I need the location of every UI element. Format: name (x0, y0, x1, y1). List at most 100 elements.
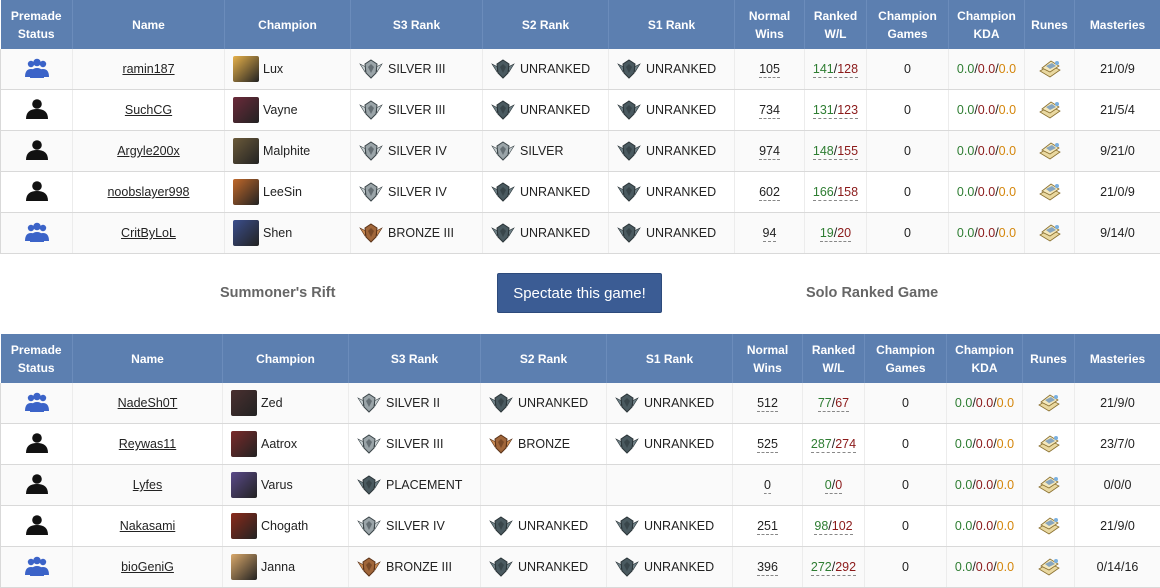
summoner-name-link[interactable]: Reywas11 (119, 437, 176, 451)
premade-status-cell (0, 546, 73, 588)
summoner-name-link[interactable]: Nakasami (120, 519, 176, 533)
summoner-name-cell: ramin187 (72, 49, 225, 90)
ranked-wl[interactable]: 272/292 (810, 560, 857, 576)
ranked-wl-cell: 19/20 (804, 212, 867, 254)
unranked-emblem-icon (617, 141, 641, 161)
summoner-name-link[interactable]: Argyle200x (117, 144, 180, 158)
normal-wins[interactable]: 512 (757, 396, 778, 412)
runes-cell (1024, 130, 1075, 172)
champion-portrait-icon (233, 97, 259, 123)
normal-wins[interactable]: 602 (759, 185, 780, 201)
rune-book-icon[interactable] (1036, 391, 1062, 413)
ranked-wl[interactable]: 131/123 (812, 103, 859, 119)
ranked-wl[interactable]: 141/128 (812, 62, 859, 78)
spectate-button[interactable]: Spectate this game! (497, 273, 662, 313)
summoner-name-link[interactable]: SuchCG (125, 103, 172, 117)
premade-status-cell (0, 423, 73, 465)
kda-assists: 0.0 (998, 62, 1017, 76)
champion-name: Malphite (263, 144, 311, 158)
kda-deaths: 0.0 (977, 62, 996, 76)
rank-label: UNRANKED (646, 62, 717, 76)
solo-player-icon (25, 139, 48, 160)
rune-book-icon[interactable] (1037, 98, 1063, 120)
summoner-name-cell: Lyfes (72, 464, 223, 506)
ranked-wl[interactable]: 0/0 (824, 478, 843, 494)
rank-label: UNRANKED (646, 185, 717, 199)
ranked-losses: 67 (835, 396, 850, 410)
champion-games: 0 (902, 560, 909, 574)
kda-kills: 0.0 (956, 144, 975, 158)
champion-portrait-icon (231, 513, 257, 539)
masteries: 21/9/0 (1100, 519, 1135, 533)
normal-wins[interactable]: 251 (757, 519, 778, 535)
ranked-wl[interactable]: 19/20 (819, 226, 852, 242)
ranked-wl[interactable]: 166/158 (812, 185, 859, 201)
rank-label: UNRANKED (644, 437, 715, 451)
normal-wins[interactable]: 396 (757, 560, 778, 576)
champion-portrait-icon (233, 179, 259, 205)
champion-kda-cell: 0.0/0.0/0.0 (948, 89, 1025, 131)
rune-book-icon[interactable] (1037, 139, 1063, 161)
rune-book-icon[interactable] (1037, 57, 1063, 79)
kda-assists: 0.0 (996, 396, 1015, 410)
s1-rank-cell: UNRANKED (608, 130, 735, 172)
table-row: Argyle200x Malphite SILVER IV SILVER UNRANKE… (0, 130, 1160, 172)
normal-wins[interactable]: 974 (759, 144, 780, 160)
ranked-wl[interactable]: 77/67 (817, 396, 850, 412)
normal-wins-cell: 94 (734, 212, 805, 254)
col-normal-wins: Normal Wins (734, 0, 805, 49)
rune-book-icon[interactable] (1036, 514, 1062, 536)
summoner-name-link[interactable]: NadeSh0T (118, 396, 178, 410)
s3-rank-cell: BRONZE III (350, 212, 483, 254)
kda-kills: 0.0 (956, 62, 975, 76)
summoner-name-link[interactable]: Lyfes (133, 478, 162, 492)
ranked-wins: 77 (817, 396, 832, 410)
col-masteries: Masteries (1074, 0, 1160, 49)
rank-label: UNRANKED (520, 103, 591, 117)
champion-games-cell: 0 (864, 546, 947, 588)
premade-group-icon (24, 392, 49, 412)
kda-kills: 0.0 (956, 226, 975, 240)
ranked-losses: 292 (835, 560, 857, 574)
normal-wins[interactable]: 734 (759, 103, 780, 119)
rune-book-icon[interactable] (1037, 221, 1063, 243)
runes-cell (1022, 464, 1075, 506)
ranked-wl[interactable]: 98/102 (814, 519, 853, 535)
summoner-name-link[interactable]: ramin187 (122, 62, 174, 76)
rank-label: UNRANKED (520, 185, 591, 199)
summoner-name-link[interactable]: noobslayer998 (107, 185, 189, 199)
rune-book-icon[interactable] (1036, 555, 1062, 577)
runes-cell (1022, 423, 1075, 465)
rune-book-icon[interactable] (1036, 432, 1062, 454)
premade-group-icon (24, 58, 49, 78)
champion-games-cell: 0 (866, 130, 949, 172)
team-purple-table: Premade Status Name Champion S3 Rank S2 … (0, 334, 1160, 588)
col-s1-rank: S1 Rank (608, 0, 735, 49)
champion-games-cell: 0 (864, 383, 947, 424)
normal-wins[interactable]: 94 (762, 226, 777, 242)
summoner-name-link[interactable]: CritByLoL (121, 226, 176, 240)
table-row: noobslayer998 LeeSin SILVER IV UNRANKED UNRA… (0, 171, 1160, 213)
champion-games: 0 (902, 519, 909, 533)
unranked-emblem-icon (615, 557, 639, 577)
ranked-losses: 274 (835, 437, 857, 451)
rank-label: PLACEMENT (386, 478, 463, 492)
rank-label: UNRANKED (518, 396, 589, 410)
rune-book-icon[interactable] (1036, 473, 1062, 495)
champion-kda-cell: 0.0/0.0/0.0 (948, 212, 1025, 254)
ranked-wl[interactable]: 148/155 (812, 144, 859, 160)
summoner-name-link[interactable]: bioGeniG (121, 560, 174, 574)
runes-cell (1024, 212, 1075, 254)
normal-wins[interactable]: 105 (759, 62, 780, 78)
normal-wins[interactable]: 0 (764, 478, 771, 494)
s2-rank-cell: SILVER (482, 130, 609, 172)
normal-wins[interactable]: 525 (757, 437, 778, 453)
runes-cell (1024, 49, 1075, 90)
col-s3-rank: S3 Rank (350, 0, 483, 49)
champion-games: 0 (904, 185, 911, 199)
ranked-wins: 141 (812, 62, 834, 76)
ranked-wl[interactable]: 287/274 (810, 437, 857, 453)
s2-rank-cell: UNRANKED (480, 383, 607, 424)
silver-emblem-icon (357, 393, 381, 413)
rune-book-icon[interactable] (1037, 180, 1063, 202)
